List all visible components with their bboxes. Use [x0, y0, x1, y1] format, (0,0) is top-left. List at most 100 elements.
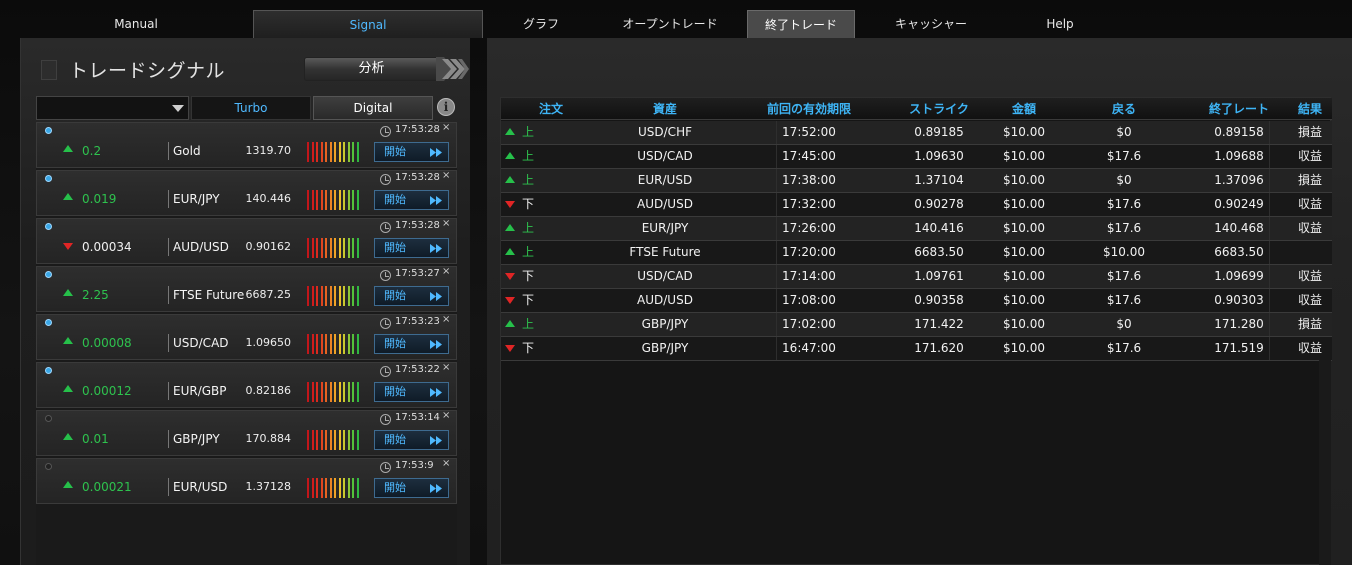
table-scrollbar[interactable]	[1319, 360, 1331, 565]
meter-bar	[320, 142, 323, 162]
col-asset[interactable]: 資産	[601, 98, 729, 120]
meter-bar	[307, 142, 309, 162]
column-divider	[1269, 145, 1270, 168]
meter-bar	[338, 430, 341, 450]
cell-asset: EUR/USD	[637, 173, 693, 187]
tab-digital[interactable]: Digital	[313, 96, 433, 120]
col-strike[interactable]: ストライク	[889, 98, 989, 120]
clock-icon	[380, 270, 391, 281]
cell-expiry: 17:45:00	[782, 149, 836, 163]
signal-row[interactable]: 17:53:14 × 0.01 GBP/JPY 170.884 開始	[36, 410, 457, 456]
close-icon[interactable]: ×	[442, 314, 450, 325]
signal-row[interactable]: 17:53:28 × 0.00034 AUD/USD 0.90162 開始	[36, 218, 457, 264]
close-icon[interactable]: ×	[442, 266, 450, 277]
close-icon[interactable]: ×	[442, 122, 450, 133]
divider	[168, 190, 169, 208]
meter-bar	[347, 382, 350, 402]
column-divider	[776, 217, 777, 240]
info-icon[interactable]: i	[437, 98, 455, 116]
signal-strength-meter	[307, 382, 361, 402]
col-result[interactable]: 結果	[1289, 98, 1331, 120]
tab-closed-trades[interactable]: 終了トレード	[747, 10, 855, 38]
tab-cashier[interactable]: キャッシャー	[872, 10, 990, 38]
tab-help[interactable]: Help	[1010, 10, 1110, 38]
order-direction: 下	[522, 269, 535, 283]
table-row[interactable]: 上 EUR/JPY 17:26:00 140.416 $10.00 $17.6 140.46…	[501, 217, 1332, 241]
close-icon[interactable]: ×	[442, 458, 450, 469]
signal-list: 17:53:28 × 0.2 Gold 1319.70 開始 17:53:28 × 0.019 E…	[36, 122, 457, 565]
cell-asset: GBP/JPY	[641, 317, 689, 331]
signal-row[interactable]: 17:53:23 × 0.00008 USD/CAD 1.09650 開始	[36, 314, 457, 360]
col-return[interactable]: 戻る	[1059, 98, 1189, 120]
cell-amount: $10.00	[1003, 245, 1045, 259]
order-direction: 下	[522, 341, 535, 355]
col-close-rate[interactable]: 終了レート	[1189, 98, 1289, 120]
start-trade-button[interactable]: 開始	[374, 478, 449, 498]
close-icon[interactable]: ×	[442, 410, 450, 421]
col-order[interactable]: 注文	[501, 98, 601, 120]
analyze-button[interactable]: 分析	[304, 57, 439, 81]
meter-bar	[307, 430, 309, 450]
cell-asset: FTSE Future	[629, 245, 701, 259]
meter-bar	[329, 190, 332, 210]
start-trade-button[interactable]: 開始	[374, 238, 449, 258]
table-row[interactable]: 上 GBP/JPY 17:02:00 171.422 $10.00 $0 171.280 損益	[501, 313, 1332, 337]
column-divider	[1269, 313, 1270, 336]
cell-asset: AUD/USD	[637, 197, 693, 211]
table-row[interactable]: 上 USD/CHF 17:52:00 0.89185 $10.00 $0 0.89158 損益	[501, 121, 1332, 145]
signal-price: 170.884	[245, 432, 292, 445]
start-button-label: 開始	[384, 337, 406, 350]
meter-bar	[347, 142, 350, 162]
cell-close: 1.09699	[1214, 269, 1264, 283]
start-trade-button[interactable]: 開始	[374, 334, 449, 354]
close-icon[interactable]: ×	[442, 170, 450, 181]
asset-filter-select[interactable]	[36, 96, 189, 120]
table-row[interactable]: 下 AUD/USD 17:32:00 0.90278 $10.00 $17.6 0.9024…	[501, 193, 1332, 217]
arrow-up-icon	[505, 128, 515, 135]
close-icon[interactable]: ×	[442, 218, 450, 229]
table-row[interactable]: 下 USD/CAD 17:14:00 1.09761 $10.00 $17.6 1.0969…	[501, 265, 1332, 289]
app-root: Manual Signal グラフ オープントレード 終了トレード キャッシャー…	[0, 0, 1352, 565]
table-row[interactable]: 下 GBP/JPY 16:47:00 171.620 $10.00 $17.6 171.51…	[501, 337, 1332, 361]
cell-return: $17.6	[1106, 269, 1142, 283]
cell-result: 損益	[1297, 317, 1322, 331]
meter-bar	[325, 430, 327, 450]
start-button-label: 開始	[384, 385, 406, 398]
table-row[interactable]: 上 USD/CAD 17:45:00 1.09630 $10.00 $17.6 1.0968…	[501, 145, 1332, 169]
tab-manual[interactable]: Manual	[30, 10, 242, 38]
signal-row[interactable]: 17:53:28 × 0.019 EUR/JPY 140.446 開始	[36, 170, 457, 216]
top-nav: Manual Signal グラフ オープントレード 終了トレード キャッシャー…	[0, 10, 1352, 38]
start-trade-button[interactable]: 開始	[374, 430, 449, 450]
meter-bar	[334, 478, 336, 498]
chevrons-icon[interactable]	[436, 57, 469, 81]
column-divider	[1269, 289, 1270, 312]
arrow-down-icon	[505, 273, 515, 280]
tab-turbo[interactable]: Turbo	[191, 96, 311, 120]
panel-title: トレードシグナル	[69, 60, 226, 82]
signal-row[interactable]: 17:53:9 × 0.00021 EUR/USD 1.37128 開始	[36, 458, 457, 504]
start-trade-button[interactable]: 開始	[374, 382, 449, 402]
col-expiry[interactable]: 前回の有効期限	[729, 98, 889, 120]
cell-amount: $10.00	[1003, 293, 1045, 307]
order-direction: 上	[522, 245, 535, 259]
start-trade-button[interactable]: 開始	[374, 142, 449, 162]
start-button-label: 開始	[384, 481, 406, 494]
start-trade-button[interactable]: 開始	[374, 190, 449, 210]
signal-row[interactable]: 17:53:28 × 0.2 Gold 1319.70 開始	[36, 122, 457, 168]
cell-close: 0.90249	[1214, 197, 1264, 211]
signal-row[interactable]: 17:53:22 × 0.00012 EUR/GBP 0.82186 開始	[36, 362, 457, 408]
tab-open-trades[interactable]: オープントレード	[605, 10, 735, 38]
meter-bar	[334, 430, 336, 450]
table-row[interactable]: 上 EUR/USD 17:38:00 1.37104 $10.00 $0 1.37096 損益	[501, 169, 1332, 193]
tab-signal[interactable]: Signal	[253, 10, 483, 38]
tab-chart[interactable]: グラフ	[497, 10, 585, 38]
column-divider	[776, 289, 777, 312]
cell-strike: 0.90358	[914, 293, 964, 307]
signal-row[interactable]: 17:53:27 × 2.25 FTSE Future 6687.25 開始	[36, 266, 457, 312]
cell-strike: 171.422	[914, 317, 964, 331]
col-amount[interactable]: 金額	[989, 98, 1059, 120]
close-icon[interactable]: ×	[442, 362, 450, 373]
start-trade-button[interactable]: 開始	[374, 286, 449, 306]
table-row[interactable]: 下 AUD/USD 17:08:00 0.90358 $10.00 $17.6 0.9030…	[501, 289, 1332, 313]
table-row[interactable]: 上 FTSE Future 17:20:00 6683.50 $10.00 $10.00 6…	[501, 241, 1332, 265]
